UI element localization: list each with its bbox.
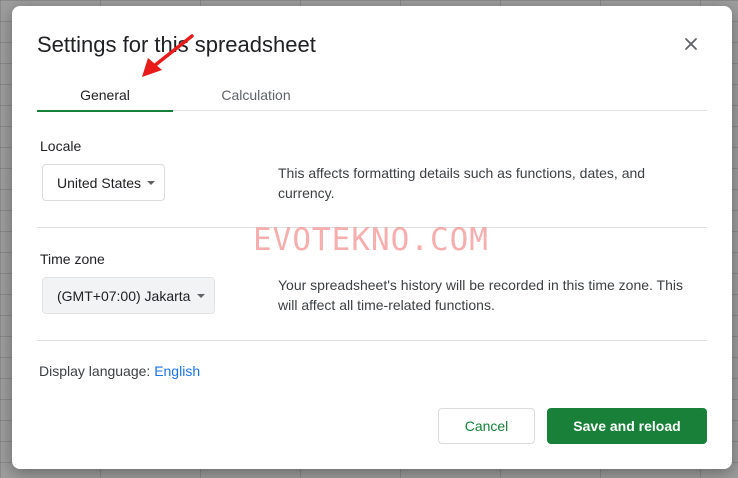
locale-description: This affects formatting details such as … xyxy=(278,165,646,201)
locale-value: United States xyxy=(57,174,142,191)
watermark: EVOTEKNO.COM xyxy=(253,222,489,258)
close-icon xyxy=(685,38,697,50)
locale-label: Locale xyxy=(40,138,82,154)
locale-dropdown[interactable]: United States xyxy=(42,164,165,201)
chevron-down-icon xyxy=(147,181,155,185)
chevron-down-icon xyxy=(197,294,205,298)
divider xyxy=(37,340,707,341)
save-and-reload-button[interactable]: Save and reload xyxy=(547,408,707,444)
cancel-button[interactable]: Cancel xyxy=(438,408,535,444)
timezone-label: Time zone xyxy=(40,251,105,267)
tab-calculation[interactable]: Calculation xyxy=(187,78,325,111)
timezone-description: Your spreadsheet's history will be recor… xyxy=(278,277,683,313)
timezone-dropdown[interactable]: (GMT+07:00) Jakarta xyxy=(42,277,215,314)
display-language-label: Display language: xyxy=(39,363,151,379)
close-button[interactable] xyxy=(679,32,703,56)
display-language-link[interactable]: English xyxy=(154,363,200,379)
display-language: Display language: English xyxy=(39,363,200,379)
timezone-value: (GMT+07:00) Jakarta xyxy=(57,287,191,304)
red-arrow-icon xyxy=(142,34,194,77)
